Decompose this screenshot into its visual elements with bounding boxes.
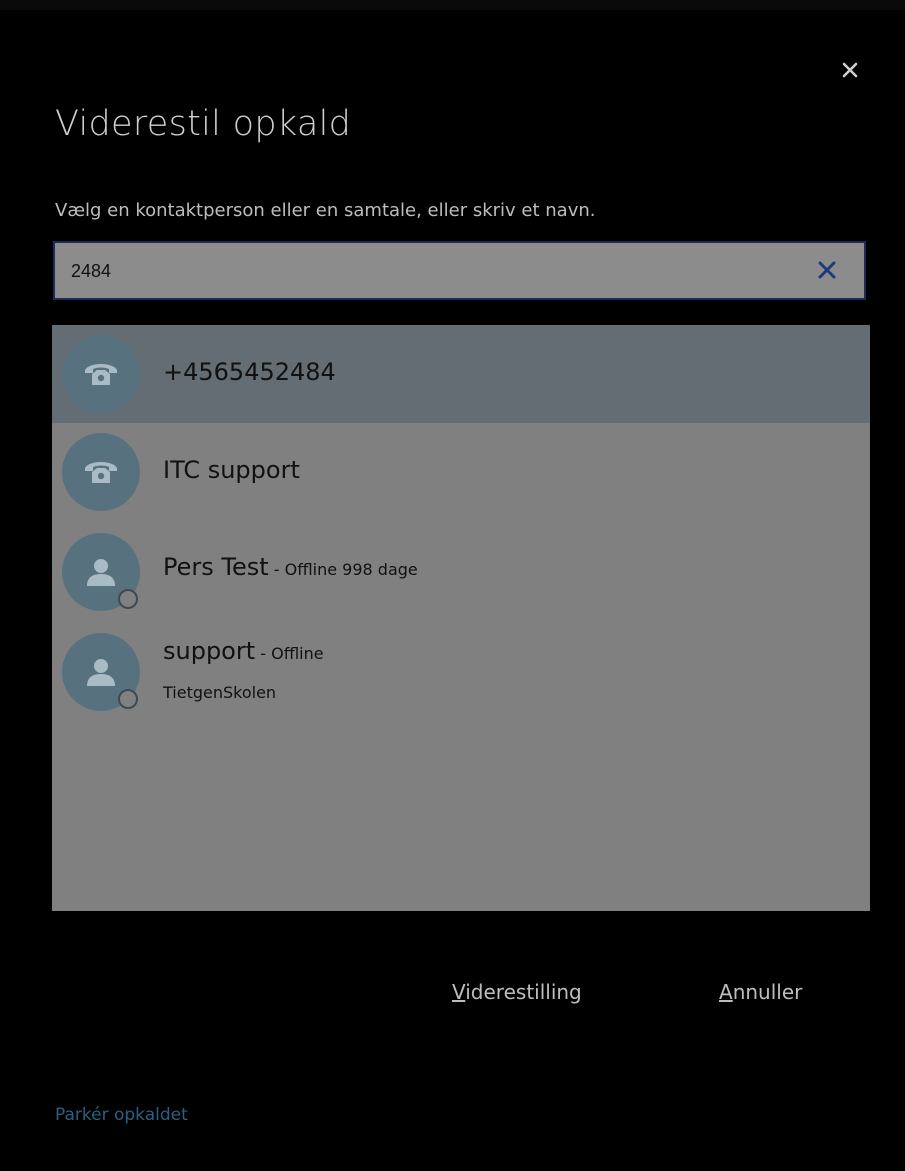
contact-company: TietgenSkolen [163,683,277,702]
person-icon [87,659,115,686]
cancel-button[interactable]: Annuller [719,980,802,1004]
cancel-button-mnemonic: A [719,980,733,1004]
dialog-title: Viderestil opkald [55,104,352,144]
transfer-call-dialog: Viderestil opkald Vælg en kontaktperson … [0,0,905,1171]
contact-status: - Offline [255,644,324,663]
result-item-label: Pers Test - Offline 998 dage [163,553,418,581]
result-item-label: support - Offline [163,637,324,665]
contact-status: - Offline 998 dage [268,560,418,579]
avatar [62,433,140,511]
result-item-label: +4565452484 [163,358,336,386]
avatar [62,335,140,413]
result-item-label: ITC support [163,456,300,484]
presence-status-offline [118,689,138,709]
search-box [53,241,866,300]
contact-name: ITC support [163,456,300,484]
transfer-button-mnemonic: V [452,980,466,1004]
phone-icon [85,364,117,385]
result-item-pers-test[interactable]: Pers Test - Offline 998 dage [52,523,870,621]
close-button[interactable] [834,54,866,86]
contact-name: +4565452484 [163,358,336,386]
instruction-text: Vælg en kontaktperson eller en samtale, … [55,200,596,221]
clear-search-icon [818,261,836,279]
presence-status-offline [118,589,138,609]
result-item-support[interactable]: support - Offline TietgenSkolen [52,623,870,721]
contact-name: Pers Test [163,553,269,581]
transfer-button-label: iderestilling [465,980,582,1004]
result-item-phone-number[interactable]: +4565452484 [52,325,870,423]
transfer-button[interactable]: Viderestilling [452,980,582,1004]
window-top-strip [0,0,905,10]
contact-name: support [163,637,256,665]
person-icon [87,559,115,586]
results-list: +4565452484 ITC support Pers Test - Offl… [52,325,870,911]
park-call-link[interactable]: Parkér opkaldet [55,1105,188,1125]
result-item-itc-support[interactable]: ITC support [52,423,870,521]
search-input[interactable] [69,243,793,300]
close-icon [842,62,858,78]
cancel-button-label: nnuller [732,980,803,1004]
phone-icon [85,462,117,483]
clear-search-button[interactable] [814,257,840,283]
